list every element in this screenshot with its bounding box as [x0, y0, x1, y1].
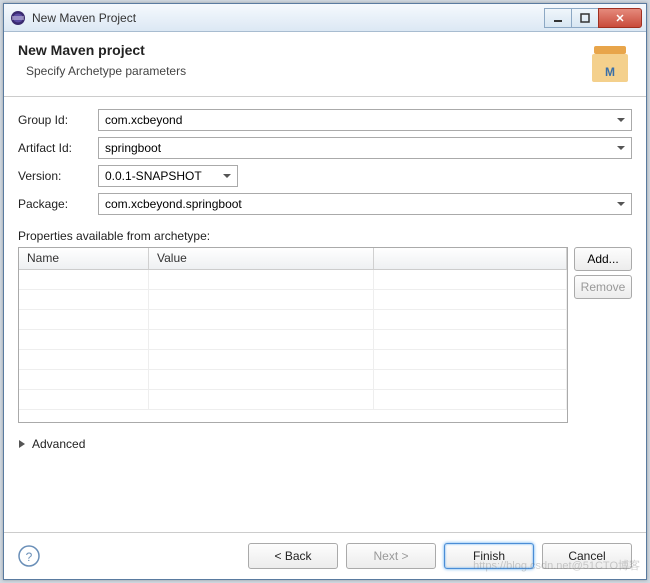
- group-id-value: com.xcbeyond: [105, 113, 182, 127]
- artifact-id-label: Artifact Id:: [18, 141, 98, 155]
- advanced-label: Advanced: [32, 437, 85, 451]
- group-id-field[interactable]: com.xcbeyond: [98, 109, 632, 131]
- help-icon[interactable]: ?: [18, 545, 40, 567]
- table-row[interactable]: [19, 310, 567, 330]
- version-label: Version:: [18, 169, 98, 183]
- page-subtitle: Specify Archetype parameters: [26, 64, 588, 78]
- minimize-button[interactable]: [544, 8, 572, 28]
- back-button[interactable]: < Back: [248, 543, 338, 569]
- chevron-down-icon: [223, 174, 231, 178]
- properties-table[interactable]: Name Value: [18, 247, 568, 423]
- chevron-down-icon: [617, 118, 625, 122]
- content-area: Group Id: com.xcbeyond Artifact Id: spri…: [4, 97, 646, 532]
- table-row[interactable]: [19, 270, 567, 290]
- dialog-header: New Maven project Specify Archetype para…: [4, 32, 646, 97]
- window-controls: [545, 8, 642, 28]
- chevron-down-icon: [617, 202, 625, 206]
- table-row[interactable]: [19, 370, 567, 390]
- titlebar[interactable]: New Maven Project: [4, 4, 646, 32]
- package-label: Package:: [18, 197, 98, 211]
- close-button[interactable]: [598, 8, 642, 28]
- artifact-id-field[interactable]: springboot: [98, 137, 632, 159]
- table-body: [19, 270, 567, 422]
- version-value: 0.0.1-SNAPSHOT: [105, 169, 202, 183]
- window-title: New Maven Project: [32, 11, 545, 25]
- maximize-button[interactable]: [571, 8, 599, 28]
- finish-button[interactable]: Finish: [444, 543, 534, 569]
- table-row[interactable]: [19, 290, 567, 310]
- page-title: New Maven project: [18, 42, 588, 58]
- table-row[interactable]: [19, 390, 567, 410]
- version-field[interactable]: 0.0.1-SNAPSHOT: [98, 165, 238, 187]
- eclipse-icon: [10, 10, 26, 26]
- add-button[interactable]: Add...: [574, 247, 632, 271]
- properties-label: Properties available from archetype:: [18, 229, 632, 243]
- table-row[interactable]: [19, 330, 567, 350]
- next-button: Next >: [346, 543, 436, 569]
- advanced-toggle[interactable]: Advanced: [18, 437, 632, 451]
- package-field[interactable]: com.xcbeyond.springboot: [98, 193, 632, 215]
- dialog-footer: ? < Back Next > Finish Cancel: [4, 532, 646, 579]
- triangle-right-icon: [18, 440, 26, 448]
- table-header: Name Value: [19, 248, 567, 270]
- dialog-window: New Maven Project New Maven project Spec…: [3, 3, 647, 580]
- column-name[interactable]: Name: [19, 248, 149, 269]
- group-id-label: Group Id:: [18, 113, 98, 127]
- column-empty: [374, 248, 567, 269]
- remove-button: Remove: [574, 275, 632, 299]
- column-value[interactable]: Value: [149, 248, 374, 269]
- svg-text:M: M: [605, 65, 615, 79]
- maven-icon: M: [588, 42, 632, 86]
- chevron-down-icon: [617, 146, 625, 150]
- package-value: com.xcbeyond.springboot: [105, 197, 242, 211]
- table-row[interactable]: [19, 350, 567, 370]
- artifact-id-value: springboot: [105, 141, 161, 155]
- cancel-button[interactable]: Cancel: [542, 543, 632, 569]
- svg-text:?: ?: [26, 550, 33, 564]
